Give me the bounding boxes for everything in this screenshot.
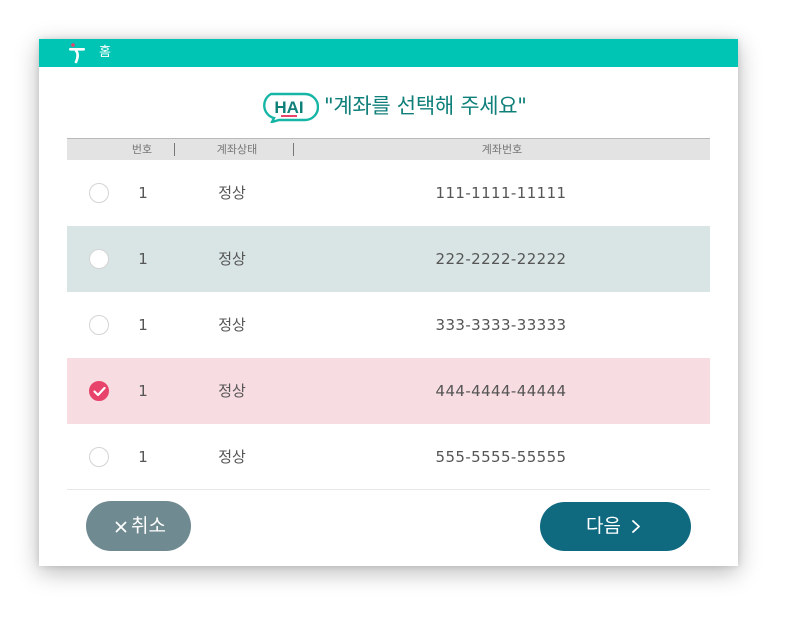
row-number: 1 <box>138 184 148 202</box>
row-number: 1 <box>138 448 148 466</box>
account-row-3[interactable]: 1 정상 333-3333-33333 <box>67 292 710 358</box>
account-number: 222-2222-22222 <box>435 250 567 268</box>
radio-button[interactable] <box>89 249 109 269</box>
column-header-number: 번호 <box>131 143 153 156</box>
top-bar: 홈 <box>39 39 738 67</box>
next-label: 다음 <box>586 515 621 537</box>
hai-logo: HAI <box>263 92 319 123</box>
radio-button-checked[interactable] <box>89 381 109 401</box>
account-status: 정상 <box>218 382 246 400</box>
account-status: 정상 <box>218 448 246 466</box>
account-status: 정상 <box>218 250 246 268</box>
hai-logo-text: HAI <box>274 98 303 117</box>
account-row-4-selected[interactable]: 1 정상 444-4444-44444 <box>67 358 710 424</box>
account-number: 555-5555-55555 <box>435 448 567 466</box>
home-link[interactable]: 홈 <box>99 43 111 63</box>
table-header: 번호 계좌상태 계좌번호 <box>67 138 710 160</box>
page-title: "계좌를 선택해 주세요" <box>324 94 527 118</box>
account-status: 정상 <box>218 184 246 202</box>
next-button[interactable]: 다음 <box>540 502 691 551</box>
column-divider <box>293 143 294 156</box>
radio-button[interactable] <box>89 447 109 467</box>
checkmark-icon <box>93 386 106 397</box>
account-number: 333-3333-33333 <box>435 316 567 334</box>
table-bottom-divider <box>67 489 710 490</box>
radio-button[interactable] <box>89 183 109 203</box>
account-number: 111-1111-11111 <box>435 184 567 202</box>
column-header-account: 계좌번호 <box>481 143 523 156</box>
row-number: 1 <box>138 316 148 334</box>
account-row-1[interactable]: 1 정상 111-1111-11111 <box>67 160 710 226</box>
cancel-button[interactable]: 취소 <box>86 501 191 551</box>
account-selection-dialog: 홈 HAI "계좌를 선택해 주세요" 번호 계좌상태 계좌번호 1 정상 11… <box>39 39 738 566</box>
account-status: 정상 <box>218 316 246 334</box>
column-header-status: 계좌상태 <box>216 143 258 156</box>
account-row-2[interactable]: 1 정상 222-2222-22222 <box>67 226 710 292</box>
close-icon <box>115 521 127 532</box>
column-divider <box>174 143 175 156</box>
chevron-right-icon <box>632 520 640 533</box>
row-number: 1 <box>138 382 148 400</box>
account-number: 444-4444-44444 <box>435 382 567 400</box>
row-number: 1 <box>138 250 148 268</box>
bank-logo-icon[interactable] <box>65 42 89 64</box>
cancel-label: 취소 <box>131 515 166 537</box>
account-row-5[interactable]: 1 정상 555-5555-55555 <box>67 424 710 490</box>
radio-button[interactable] <box>89 315 109 335</box>
